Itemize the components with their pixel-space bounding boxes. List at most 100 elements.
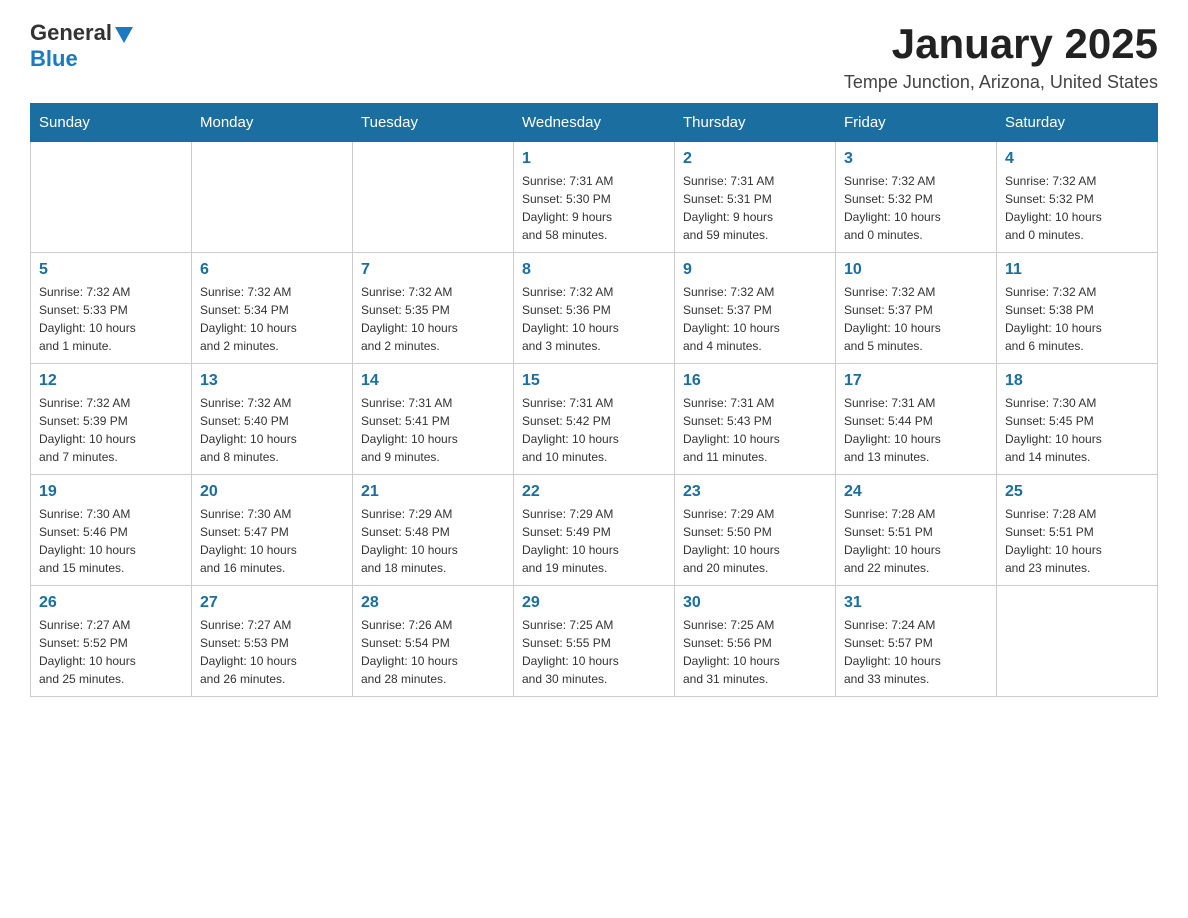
day-number: 9 — [683, 261, 827, 279]
calendar-cell — [997, 586, 1158, 697]
day-info: Sunrise: 7:28 AM Sunset: 5:51 PM Dayligh… — [1005, 505, 1149, 577]
calendar-cell — [192, 142, 353, 253]
calendar-cell: 21 Sunrise: 7:29 AM Sunset: 5:48 PM Dayli… — [353, 475, 514, 586]
calendar-cell: 30 Sunrise: 7:25 AM Sunset: 5:56 PM Dayli… — [675, 586, 836, 697]
calendar-cell: 19Sunrise: 7:30 AM Sunset: 5:46 PM Dayli… — [31, 475, 192, 586]
calendar-cell: 11 Sunrise: 7:32 AM Sunset: 5:38 PM Dayli… — [997, 253, 1158, 364]
title-section: January 2025 Tempe Junction, Arizona, Un… — [844, 20, 1158, 93]
calendar-cell: 5Sunrise: 7:32 AM Sunset: 5:33 PM Daylig… — [31, 253, 192, 364]
day-number: 3 — [844, 150, 988, 168]
day-number: 30 — [683, 594, 827, 612]
day-number: 19 — [39, 483, 183, 501]
day-number: 18 — [1005, 372, 1149, 390]
day-info: Sunrise: 7:32 AM Sunset: 5:37 PM Dayligh… — [683, 283, 827, 355]
day-number: 17 — [844, 372, 988, 390]
calendar-cell: 24 Sunrise: 7:28 AM Sunset: 5:51 PM Dayli… — [836, 475, 997, 586]
calendar-week-row: 19Sunrise: 7:30 AM Sunset: 5:46 PM Dayli… — [31, 475, 1158, 586]
weekday-header: Monday — [192, 104, 353, 142]
calendar-body: 1Sunrise: 7:31 AM Sunset: 5:30 PM Daylig… — [31, 142, 1158, 697]
day-info: Sunrise: 7:31 AM Sunset: 5:43 PM Dayligh… — [683, 394, 827, 466]
calendar-cell: 20 Sunrise: 7:30 AM Sunset: 5:47 PM Dayli… — [192, 475, 353, 586]
day-info: Sunrise: 7:30 AM Sunset: 5:45 PM Dayligh… — [1005, 394, 1149, 466]
day-number: 4 — [1005, 150, 1149, 168]
weekday-header: Sunday — [31, 104, 192, 142]
weekday-header-row: SundayMondayTuesdayWednesdayThursdayFrid… — [31, 104, 1158, 142]
day-number: 31 — [844, 594, 988, 612]
weekday-header: Friday — [836, 104, 997, 142]
day-number: 2 — [683, 150, 827, 168]
weekday-header: Saturday — [997, 104, 1158, 142]
day-info: Sunrise: 7:32 AM Sunset: 5:35 PM Dayligh… — [361, 283, 505, 355]
day-info: Sunrise: 7:29 AM Sunset: 5:48 PM Dayligh… — [361, 505, 505, 577]
month-title: January 2025 — [844, 20, 1158, 68]
day-info: Sunrise: 7:32 AM Sunset: 5:37 PM Dayligh… — [844, 283, 988, 355]
day-info: Sunrise: 7:31 AM Sunset: 5:42 PM Dayligh… — [522, 394, 666, 466]
day-number: 1 — [522, 150, 666, 168]
day-info: Sunrise: 7:27 AM Sunset: 5:53 PM Dayligh… — [200, 616, 344, 688]
calendar-cell: 23 Sunrise: 7:29 AM Sunset: 5:50 PM Dayli… — [675, 475, 836, 586]
day-number: 6 — [200, 261, 344, 279]
calendar-cell: 10 Sunrise: 7:32 AM Sunset: 5:37 PM Dayli… — [836, 253, 997, 364]
calendar-cell: 18 Sunrise: 7:30 AM Sunset: 5:45 PM Dayli… — [997, 364, 1158, 475]
calendar-cell: 13 Sunrise: 7:32 AM Sunset: 5:40 PM Dayli… — [192, 364, 353, 475]
weekday-header: Wednesday — [514, 104, 675, 142]
calendar-cell: 7 Sunrise: 7:32 AM Sunset: 5:35 PM Daylig… — [353, 253, 514, 364]
day-number: 27 — [200, 594, 344, 612]
day-number: 29 — [522, 594, 666, 612]
calendar-cell: 12Sunrise: 7:32 AM Sunset: 5:39 PM Dayli… — [31, 364, 192, 475]
day-info: Sunrise: 7:32 AM Sunset: 5:38 PM Dayligh… — [1005, 283, 1149, 355]
day-number: 28 — [361, 594, 505, 612]
calendar-cell — [31, 142, 192, 253]
day-number: 24 — [844, 483, 988, 501]
day-info: Sunrise: 7:29 AM Sunset: 5:49 PM Dayligh… — [522, 505, 666, 577]
day-number: 16 — [683, 372, 827, 390]
logo-general: General — [30, 20, 112, 46]
calendar-cell: 14 Sunrise: 7:31 AM Sunset: 5:41 PM Dayli… — [353, 364, 514, 475]
page-header: General Blue January 2025 Tempe Junction… — [30, 20, 1158, 93]
day-info: Sunrise: 7:28 AM Sunset: 5:51 PM Dayligh… — [844, 505, 988, 577]
day-info: Sunrise: 7:29 AM Sunset: 5:50 PM Dayligh… — [683, 505, 827, 577]
day-number: 10 — [844, 261, 988, 279]
day-info: Sunrise: 7:26 AM Sunset: 5:54 PM Dayligh… — [361, 616, 505, 688]
day-number: 11 — [1005, 261, 1149, 279]
logo-blue: Blue — [30, 46, 78, 71]
day-number: 21 — [361, 483, 505, 501]
day-info: Sunrise: 7:32 AM Sunset: 5:40 PM Dayligh… — [200, 394, 344, 466]
calendar-cell: 3 Sunrise: 7:32 AM Sunset: 5:32 PM Daylig… — [836, 142, 997, 253]
day-info: Sunrise: 7:25 AM Sunset: 5:55 PM Dayligh… — [522, 616, 666, 688]
calendar-cell: 16 Sunrise: 7:31 AM Sunset: 5:43 PM Dayli… — [675, 364, 836, 475]
day-info: Sunrise: 7:32 AM Sunset: 5:36 PM Dayligh… — [522, 283, 666, 355]
day-info: Sunrise: 7:30 AM Sunset: 5:47 PM Dayligh… — [200, 505, 344, 577]
calendar-cell: 25 Sunrise: 7:28 AM Sunset: 5:51 PM Dayli… — [997, 475, 1158, 586]
logo: General Blue — [30, 20, 133, 72]
calendar-table: SundayMondayTuesdayWednesdayThursdayFrid… — [30, 103, 1158, 697]
day-number: 13 — [200, 372, 344, 390]
day-number: 22 — [522, 483, 666, 501]
calendar-cell: 17Sunrise: 7:31 AM Sunset: 5:44 PM Dayli… — [836, 364, 997, 475]
day-number: 7 — [361, 261, 505, 279]
day-info: Sunrise: 7:32 AM Sunset: 5:33 PM Dayligh… — [39, 283, 183, 355]
calendar-cell: 4 Sunrise: 7:32 AM Sunset: 5:32 PM Daylig… — [997, 142, 1158, 253]
calendar-week-row: 26Sunrise: 7:27 AM Sunset: 5:52 PM Dayli… — [31, 586, 1158, 697]
calendar-cell: 9 Sunrise: 7:32 AM Sunset: 5:37 PM Daylig… — [675, 253, 836, 364]
day-info: Sunrise: 7:31 AM Sunset: 5:31 PM Dayligh… — [683, 172, 827, 244]
calendar-cell: 26Sunrise: 7:27 AM Sunset: 5:52 PM Dayli… — [31, 586, 192, 697]
logo-arrow-icon — [115, 27, 133, 43]
day-number: 25 — [1005, 483, 1149, 501]
calendar-week-row: 12Sunrise: 7:32 AM Sunset: 5:39 PM Dayli… — [31, 364, 1158, 475]
calendar-week-row: 5Sunrise: 7:32 AM Sunset: 5:33 PM Daylig… — [31, 253, 1158, 364]
day-info: Sunrise: 7:32 AM Sunset: 5:34 PM Dayligh… — [200, 283, 344, 355]
day-number: 20 — [200, 483, 344, 501]
calendar-cell: 15Sunrise: 7:31 AM Sunset: 5:42 PM Dayli… — [514, 364, 675, 475]
day-info: Sunrise: 7:32 AM Sunset: 5:32 PM Dayligh… — [1005, 172, 1149, 244]
day-number: 23 — [683, 483, 827, 501]
day-info: Sunrise: 7:31 AM Sunset: 5:41 PM Dayligh… — [361, 394, 505, 466]
day-number: 14 — [361, 372, 505, 390]
day-info: Sunrise: 7:25 AM Sunset: 5:56 PM Dayligh… — [683, 616, 827, 688]
calendar-cell: 28 Sunrise: 7:26 AM Sunset: 5:54 PM Dayli… — [353, 586, 514, 697]
day-number: 8 — [522, 261, 666, 279]
day-info: Sunrise: 7:32 AM Sunset: 5:32 PM Dayligh… — [844, 172, 988, 244]
calendar-cell: 27 Sunrise: 7:27 AM Sunset: 5:53 PM Dayli… — [192, 586, 353, 697]
calendar-cell: 29 Sunrise: 7:25 AM Sunset: 5:55 PM Dayli… — [514, 586, 675, 697]
calendar-cell: 22 Sunrise: 7:29 AM Sunset: 5:49 PM Dayli… — [514, 475, 675, 586]
